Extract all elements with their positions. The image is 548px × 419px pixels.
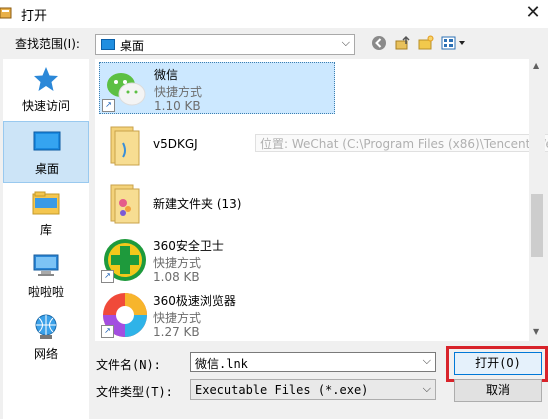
list-item-360-security[interactable]: ↗ 360安全卫士 快捷方式 1.08 KB xyxy=(99,234,335,286)
folder-icon xyxy=(110,184,140,224)
file-name: 微信 xyxy=(154,68,179,82)
vertical-scrollbar[interactable]: ▲ ▼ xyxy=(529,59,545,341)
view-menu-button[interactable] xyxy=(440,35,468,53)
shortcut-arrow-icon: ↗ xyxy=(101,325,114,338)
location-tooltip: 位置: WeChat (C:\Program Files (x86)\Tence… xyxy=(255,134,548,152)
desktop-icon xyxy=(33,131,61,151)
title-bar: 打开 ✕ xyxy=(0,0,548,28)
file-name: 360安全卫士 xyxy=(153,239,224,253)
place-label: 网络 xyxy=(33,347,58,361)
place-desktop[interactable]: 桌面 xyxy=(3,121,89,183)
back-button[interactable] xyxy=(370,35,388,53)
scrollbar-thumb[interactable] xyxy=(531,194,543,257)
look-in-combo[interactable]: 桌面 ⌵ xyxy=(95,34,355,55)
new-folder-icon xyxy=(418,35,434,50)
scroll-up-icon[interactable]: ▲ xyxy=(533,61,539,70)
file-list[interactable]: ↗ 微信 快捷方式 1.10 KB v5DKGJ 新建文件夹 (13) ↗ 36… xyxy=(95,59,529,341)
computer-icon xyxy=(33,254,59,276)
open-button[interactable]: 打开(O) xyxy=(454,352,542,375)
up-folder-button[interactable] xyxy=(394,35,412,53)
places-bar: 快速访问 桌面 库 啦啦啦 网络 xyxy=(3,59,89,419)
place-library[interactable]: 库 xyxy=(3,183,89,245)
file-type: 快捷方式 xyxy=(154,85,203,99)
file-name: v5DKGJ xyxy=(153,137,198,151)
place-label: 啦啦啦 xyxy=(27,285,64,299)
shortcut-arrow-icon: ↗ xyxy=(102,99,115,112)
look-in-value: 桌面 xyxy=(120,39,145,53)
list-item-folder[interactable]: 新建文件夹 (13) xyxy=(99,177,335,229)
place-label: 库 xyxy=(39,223,52,237)
cancel-button[interactable]: 取消 xyxy=(454,379,542,402)
list-item-wechat[interactable]: ↗ 微信 快捷方式 1.10 KB xyxy=(99,62,335,114)
app-icon xyxy=(0,7,12,19)
view-menu-icon xyxy=(441,36,465,50)
window-title: 打开 xyxy=(21,9,48,24)
close-button[interactable]: ✕ xyxy=(518,0,548,28)
library-icon xyxy=(32,191,60,215)
up-folder-icon xyxy=(395,35,410,50)
new-folder-button[interactable] xyxy=(417,35,435,53)
desktop-icon xyxy=(101,39,115,50)
file-size: 1.27 KB xyxy=(153,325,200,339)
star-icon xyxy=(34,67,58,91)
chevron-down-icon[interactable]: ⌵ xyxy=(423,354,431,368)
folder-icon xyxy=(110,126,140,166)
file-size: 1.08 KB xyxy=(153,270,200,284)
file-size: 1.10 KB xyxy=(154,99,201,113)
place-label: 桌面 xyxy=(34,162,59,176)
shortcut-arrow-icon: ↗ xyxy=(101,270,114,283)
filename-input[interactable]: 微信.lnk ⌵ xyxy=(190,352,436,372)
look-in-label: 查找范围(I): xyxy=(15,37,80,51)
file-name: 360极速浏览器 xyxy=(153,294,236,308)
file-type: 快捷方式 xyxy=(153,311,202,325)
place-network[interactable]: 网络 xyxy=(3,307,89,369)
chevron-down-icon: ⌵ xyxy=(422,382,431,395)
file-name: 新建文件夹 (13) xyxy=(153,197,242,211)
place-quick-access[interactable]: 快速访问 xyxy=(3,59,89,121)
place-this-pc[interactable]: 啦啦啦 xyxy=(3,245,89,307)
filename-value: 微信.lnk xyxy=(195,357,248,371)
filetype-value: Executable Files (*.exe) xyxy=(195,383,369,397)
place-label: 快速访问 xyxy=(21,99,70,113)
back-icon xyxy=(372,36,386,50)
filename-label: 文件名(N): xyxy=(96,358,161,372)
file-type: 快捷方式 xyxy=(153,256,202,270)
filetype-label: 文件类型(T): xyxy=(96,385,173,399)
chevron-down-icon: ⌵ xyxy=(341,36,350,49)
filetype-select[interactable]: Executable Files (*.exe) ⌵ xyxy=(190,379,436,400)
scroll-down-icon[interactable]: ▼ xyxy=(533,327,539,336)
list-item-360-browser[interactable]: ↗ 360极速浏览器 快捷方式 1.27 KB xyxy=(99,289,335,341)
network-icon xyxy=(35,314,57,339)
